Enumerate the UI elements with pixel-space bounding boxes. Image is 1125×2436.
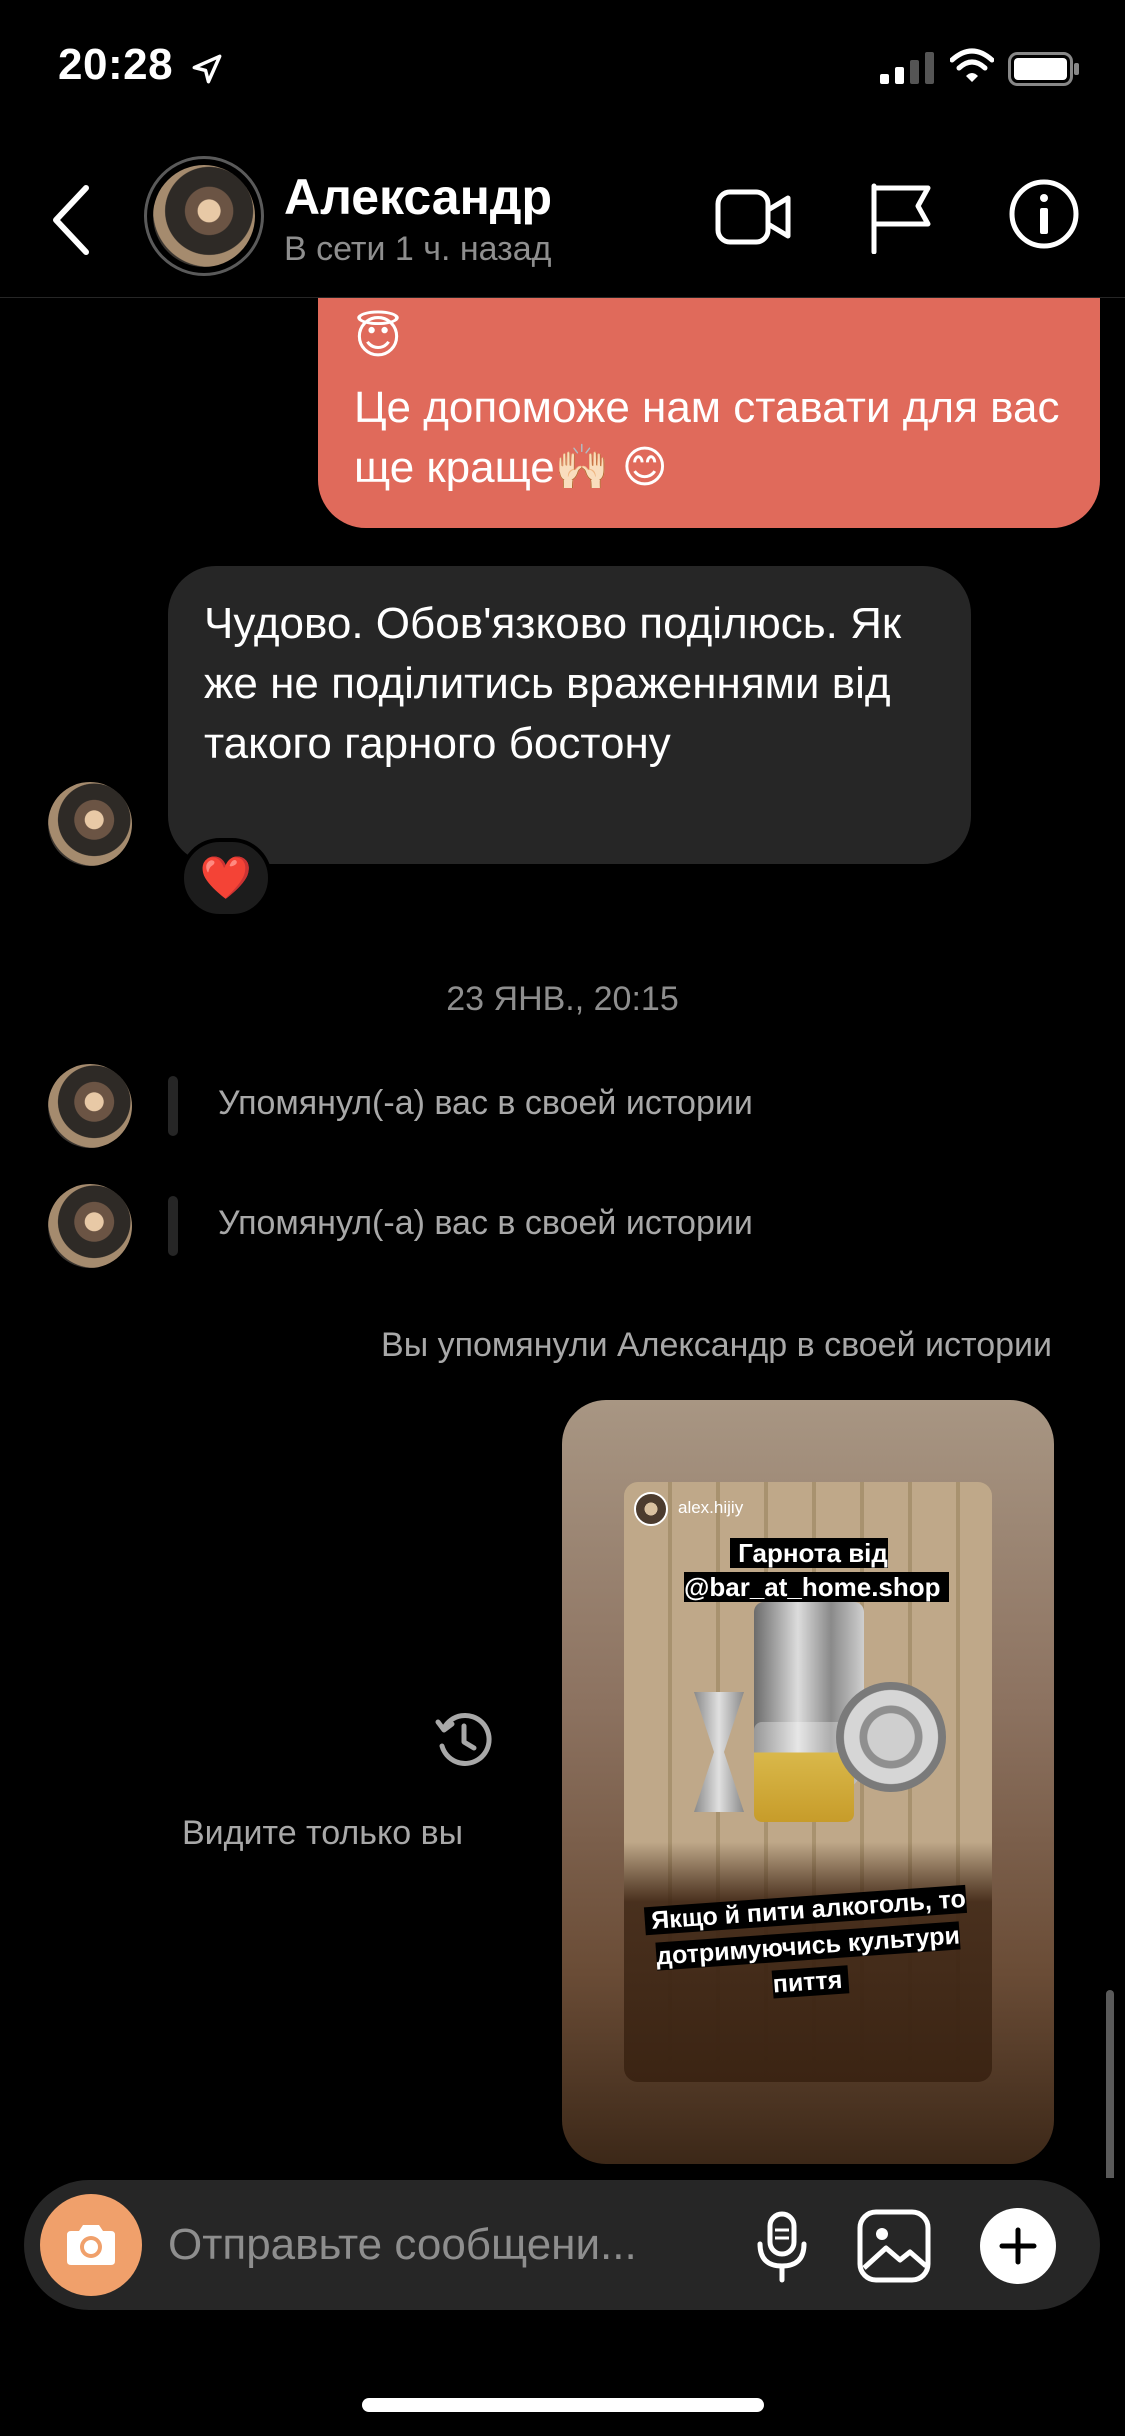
story-sticker-top-text: Гарнота від @bar_at_home.shop <box>684 1538 949 1602</box>
flag-icon[interactable] <box>868 180 934 254</box>
location-arrow-icon <box>192 54 222 84</box>
mention-text: Упомянул(-а) вас в своей истории <box>218 1084 753 1122</box>
only-you-label: Видите только вы <box>182 1814 464 1852</box>
camera-icon <box>67 2225 115 2265</box>
jigger-graphic <box>694 1692 744 1812</box>
outgoing-message[interactable]: 😇 Це допоможе нам ставати для вас ще кра… <box>318 298 1100 528</box>
contact-status: В сети 1 ч. назад <box>284 230 552 268</box>
microphone-icon[interactable] <box>752 2210 812 2284</box>
story-username: alex.hijiy <box>678 1498 744 1517</box>
heart-reaction[interactable]: ❤️ <box>180 838 272 918</box>
chat-header: Александр В сети 1 ч. назад <box>0 140 1125 298</box>
message-composer <box>24 2180 1100 2310</box>
video-camera-icon[interactable] <box>714 182 792 252</box>
story-preview[interactable]: alex.hijiy Гарнота від @bar_at_home.shop… <box>562 1400 1054 2164</box>
outgoing-message-text: Це допоможе нам ставати для вас ще краще… <box>354 383 1060 492</box>
contact-name[interactable]: Александр <box>284 168 552 226</box>
gallery-icon[interactable] <box>856 2208 932 2284</box>
story-image: alex.hijiy Гарнота від @bar_at_home.shop… <box>624 1482 992 2082</box>
chevron-left-icon[interactable] <box>46 180 96 260</box>
camera-button[interactable] <box>40 2194 142 2296</box>
story-user-avatar <box>634 1492 668 1526</box>
plus-icon <box>999 2227 1037 2265</box>
sender-avatar[interactable] <box>48 782 132 866</box>
home-indicator[interactable] <box>362 2398 764 2412</box>
cellular-signal-icon <box>880 52 934 84</box>
info-icon[interactable] <box>1008 178 1080 250</box>
mention-row[interactable]: Упомянул(-а) вас в своей истории <box>0 1180 1125 1270</box>
message-input[interactable] <box>168 2180 728 2310</box>
story-sticker-bottom-text: Якщо й пити алкоголь, то дотримуючись ку… <box>644 1884 967 1999</box>
status-bar: 20:28 <box>0 0 1125 140</box>
chat-thread[interactable]: 😇 Це допоможе нам ставати для вас ще кра… <box>0 298 1125 2178</box>
story-text-sticker: Гарнота від @bar_at_home.shop <box>684 1536 949 1604</box>
scrollbar[interactable] <box>1106 1990 1114 2178</box>
strainer-graphic <box>836 1682 946 1792</box>
avatar-photo <box>153 165 255 267</box>
sender-avatar[interactable] <box>48 1064 132 1148</box>
plus-button[interactable] <box>980 2208 1056 2284</box>
mention-text: Упомянул(-а) вас в своей истории <box>218 1204 753 1242</box>
date-separator: 23 ЯНВ., 20:15 <box>446 980 679 1018</box>
avatar[interactable] <box>144 156 264 276</box>
sender-avatar[interactable] <box>48 1184 132 1268</box>
incoming-message[interactable]: Чудово. Обов'язково поділюсь. Як же не п… <box>168 566 971 864</box>
status-time: 20:28 <box>58 40 174 89</box>
story-reply-bar <box>168 1076 178 1136</box>
story-text-sticker: Якщо й пити алкоголь, то дотримуючись ку… <box>633 1880 984 2012</box>
outgoing-emoji-line: 😇 <box>354 311 402 363</box>
history-icon <box>435 1713 492 1766</box>
story-reply-bar <box>168 1196 178 1256</box>
battery-icon <box>1008 52 1079 86</box>
mention-row[interactable]: Упомянул(-а) вас в своей истории <box>0 1060 1125 1150</box>
you-mentioned-label: Вы упомянули Александр в своей истории <box>381 1326 1052 1364</box>
wifi-icon <box>950 48 994 82</box>
